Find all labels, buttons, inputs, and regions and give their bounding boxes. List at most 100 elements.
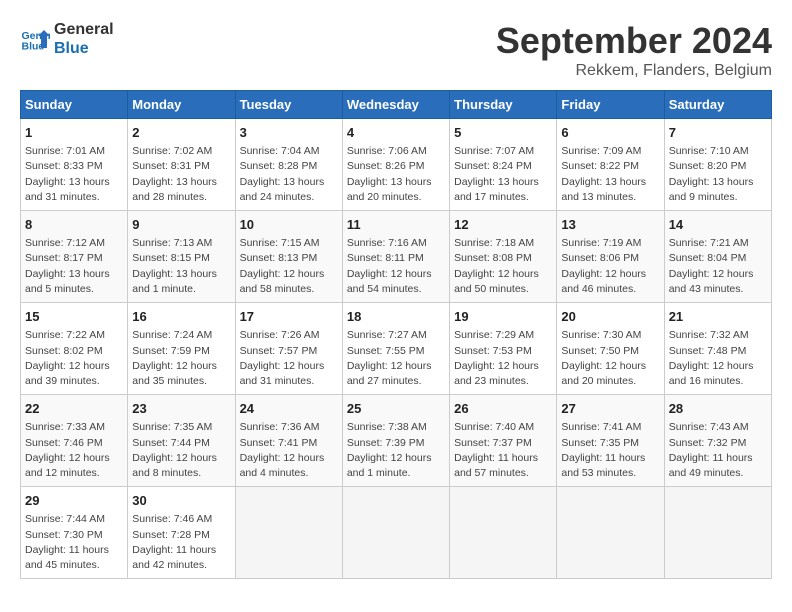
calendar-day-cell: 7 Sunrise: 7:10 AMSunset: 8:20 PMDaylight…: [664, 119, 771, 211]
calendar-day-cell: 24 Sunrise: 7:36 AMSunset: 7:41 PMDayligh…: [235, 395, 342, 487]
day-number: 8: [25, 216, 123, 234]
day-info: Sunrise: 7:36 AMSunset: 7:41 PMDaylight:…: [240, 420, 338, 481]
day-info: Sunrise: 7:24 AMSunset: 7:59 PMDaylight:…: [132, 328, 230, 389]
day-number: 5: [454, 124, 552, 142]
logo-icon: General Blue: [20, 24, 50, 54]
day-number: 21: [669, 308, 767, 326]
calendar-day-cell: 8Sunrise: 7:12 AMSunset: 8:17 PMDaylight…: [21, 211, 128, 303]
calendar-week-row: 15 Sunrise: 7:22 AMSunset: 8:02 PMDayligh…: [21, 303, 772, 395]
calendar-week-row: 22 Sunrise: 7:33 AMSunset: 7:46 PMDayligh…: [21, 395, 772, 487]
calendar-header: Sunday Monday Tuesday Wednesday Thursday…: [21, 91, 772, 119]
day-info: Sunrise: 7:26 AMSunset: 7:57 PMDaylight:…: [240, 328, 338, 389]
day-number: 16: [132, 308, 230, 326]
day-info: Sunrise: 7:41 AMSunset: 7:35 PMDaylight:…: [561, 420, 659, 481]
calendar-day-cell: 2Sunrise: 7:02 AMSunset: 8:31 PMDaylight…: [128, 119, 235, 211]
day-number: 22: [25, 400, 123, 418]
day-info: Sunrise: 7:04 AMSunset: 8:28 PMDaylight:…: [240, 144, 338, 205]
day-number: 28: [669, 400, 767, 418]
calendar-day-cell: 18Sunrise: 7:27 AMSunset: 7:55 PMDayligh…: [342, 303, 449, 395]
day-number: 17: [240, 308, 338, 326]
day-number: 1: [25, 124, 123, 142]
day-number: 11: [347, 216, 445, 234]
svg-text:Blue: Blue: [22, 41, 45, 53]
calendar-day-cell: 26 Sunrise: 7:40 AMSunset: 7:37 PMDayligh…: [450, 395, 557, 487]
calendar-day-cell: 19 Sunrise: 7:29 AMSunset: 7:53 PMDayligh…: [450, 303, 557, 395]
calendar-day-cell: [664, 487, 771, 579]
calendar-week-row: 1 Sunrise: 7:01 AMSunset: 8:33 PMDaylight…: [21, 119, 772, 211]
day-info: Sunrise: 7:09 AMSunset: 8:22 PMDaylight:…: [561, 144, 659, 205]
col-saturday: Saturday: [664, 91, 771, 119]
day-number: 25: [347, 400, 445, 418]
month-title: September 2024: [496, 20, 772, 62]
day-info: Sunrise: 7:01 AMSunset: 8:33 PMDaylight:…: [25, 144, 123, 205]
calendar-day-cell: 13Sunrise: 7:19 AMSunset: 8:06 PMDayligh…: [557, 211, 664, 303]
calendar-day-cell: 30Sunrise: 7:46 AMSunset: 7:28 PMDayligh…: [128, 487, 235, 579]
day-info: Sunrise: 7:30 AMSunset: 7:50 PMDaylight:…: [561, 328, 659, 389]
calendar-day-cell: 5 Sunrise: 7:07 AMSunset: 8:24 PMDaylight…: [450, 119, 557, 211]
day-info: Sunrise: 7:44 AMSunset: 7:30 PMDaylight:…: [25, 512, 123, 573]
day-number: 15: [25, 308, 123, 326]
day-info: Sunrise: 7:10 AMSunset: 8:20 PMDaylight:…: [669, 144, 767, 205]
calendar-day-cell: [235, 487, 342, 579]
calendar-day-cell: 12 Sunrise: 7:18 AMSunset: 8:08 PMDayligh…: [450, 211, 557, 303]
calendar-day-cell: 23 Sunrise: 7:35 AMSunset: 7:44 PMDayligh…: [128, 395, 235, 487]
calendar-day-cell: 21 Sunrise: 7:32 AMSunset: 7:48 PMDayligh…: [664, 303, 771, 395]
days-of-week-row: Sunday Monday Tuesday Wednesday Thursday…: [21, 91, 772, 119]
day-number: 20: [561, 308, 659, 326]
calendar-table: Sunday Monday Tuesday Wednesday Thursday…: [20, 90, 772, 579]
calendar-day-cell: 6Sunrise: 7:09 AMSunset: 8:22 PMDaylight…: [557, 119, 664, 211]
day-info: Sunrise: 7:27 AMSunset: 7:55 PMDaylight:…: [347, 328, 445, 389]
day-info: Sunrise: 7:46 AMSunset: 7:28 PMDaylight:…: [132, 512, 230, 573]
day-info: Sunrise: 7:13 AMSunset: 8:15 PMDaylight:…: [132, 236, 230, 297]
day-info: Sunrise: 7:43 AMSunset: 7:32 PMDaylight:…: [669, 420, 767, 481]
day-info: Sunrise: 7:07 AMSunset: 8:24 PMDaylight:…: [454, 144, 552, 205]
col-friday: Friday: [557, 91, 664, 119]
calendar-day-cell: 27 Sunrise: 7:41 AMSunset: 7:35 PMDayligh…: [557, 395, 664, 487]
calendar-day-cell: 20 Sunrise: 7:30 AMSunset: 7:50 PMDayligh…: [557, 303, 664, 395]
day-info: Sunrise: 7:32 AMSunset: 7:48 PMDaylight:…: [669, 328, 767, 389]
day-number: 7: [669, 124, 767, 142]
calendar-day-cell: 29 Sunrise: 7:44 AMSunset: 7:30 PMDayligh…: [21, 487, 128, 579]
logo-text-general: General: [54, 20, 114, 39]
calendar-day-cell: 11 Sunrise: 7:16 AMSunset: 8:11 PMDayligh…: [342, 211, 449, 303]
day-info: Sunrise: 7:38 AMSunset: 7:39 PMDaylight:…: [347, 420, 445, 481]
day-info: Sunrise: 7:16 AMSunset: 8:11 PMDaylight:…: [347, 236, 445, 297]
day-number: 10: [240, 216, 338, 234]
day-number: 23: [132, 400, 230, 418]
day-info: Sunrise: 7:40 AMSunset: 7:37 PMDaylight:…: [454, 420, 552, 481]
day-info: Sunrise: 7:22 AMSunset: 8:02 PMDaylight:…: [25, 328, 123, 389]
calendar-day-cell: 10 Sunrise: 7:15 AMSunset: 8:13 PMDayligh…: [235, 211, 342, 303]
day-number: 12: [454, 216, 552, 234]
day-number: 27: [561, 400, 659, 418]
calendar-day-cell: 16 Sunrise: 7:24 AMSunset: 7:59 PMDayligh…: [128, 303, 235, 395]
col-thursday: Thursday: [450, 91, 557, 119]
day-number: 4: [347, 124, 445, 142]
day-info: Sunrise: 7:33 AMSunset: 7:46 PMDaylight:…: [25, 420, 123, 481]
day-number: 13: [561, 216, 659, 234]
calendar-week-row: 29 Sunrise: 7:44 AMSunset: 7:30 PMDayligh…: [21, 487, 772, 579]
day-info: Sunrise: 7:21 AMSunset: 8:04 PMDaylight:…: [669, 236, 767, 297]
title-section: September 2024 Rekkem, Flanders, Belgium: [496, 20, 772, 80]
day-number: 29: [25, 492, 123, 510]
day-info: Sunrise: 7:35 AMSunset: 7:44 PMDaylight:…: [132, 420, 230, 481]
page-header: General Blue General Blue September 2024…: [20, 20, 772, 80]
calendar-day-cell: 15 Sunrise: 7:22 AMSunset: 8:02 PMDayligh…: [21, 303, 128, 395]
day-info: Sunrise: 7:18 AMSunset: 8:08 PMDaylight:…: [454, 236, 552, 297]
calendar-day-cell: 9 Sunrise: 7:13 AMSunset: 8:15 PMDaylight…: [128, 211, 235, 303]
day-number: 19: [454, 308, 552, 326]
day-info: Sunrise: 7:06 AMSunset: 8:26 PMDaylight:…: [347, 144, 445, 205]
col-tuesday: Tuesday: [235, 91, 342, 119]
logo: General Blue General Blue: [20, 20, 114, 58]
calendar-day-cell: [557, 487, 664, 579]
col-wednesday: Wednesday: [342, 91, 449, 119]
day-number: 26: [454, 400, 552, 418]
day-info: Sunrise: 7:15 AMSunset: 8:13 PMDaylight:…: [240, 236, 338, 297]
calendar-day-cell: 28 Sunrise: 7:43 AMSunset: 7:32 PMDayligh…: [664, 395, 771, 487]
calendar-day-cell: 14 Sunrise: 7:21 AMSunset: 8:04 PMDayligh…: [664, 211, 771, 303]
day-number: 9: [132, 216, 230, 234]
day-number: 24: [240, 400, 338, 418]
day-info: Sunrise: 7:29 AMSunset: 7:53 PMDaylight:…: [454, 328, 552, 389]
day-number: 3: [240, 124, 338, 142]
day-number: 14: [669, 216, 767, 234]
calendar-day-cell: 25 Sunrise: 7:38 AMSunset: 7:39 PMDayligh…: [342, 395, 449, 487]
